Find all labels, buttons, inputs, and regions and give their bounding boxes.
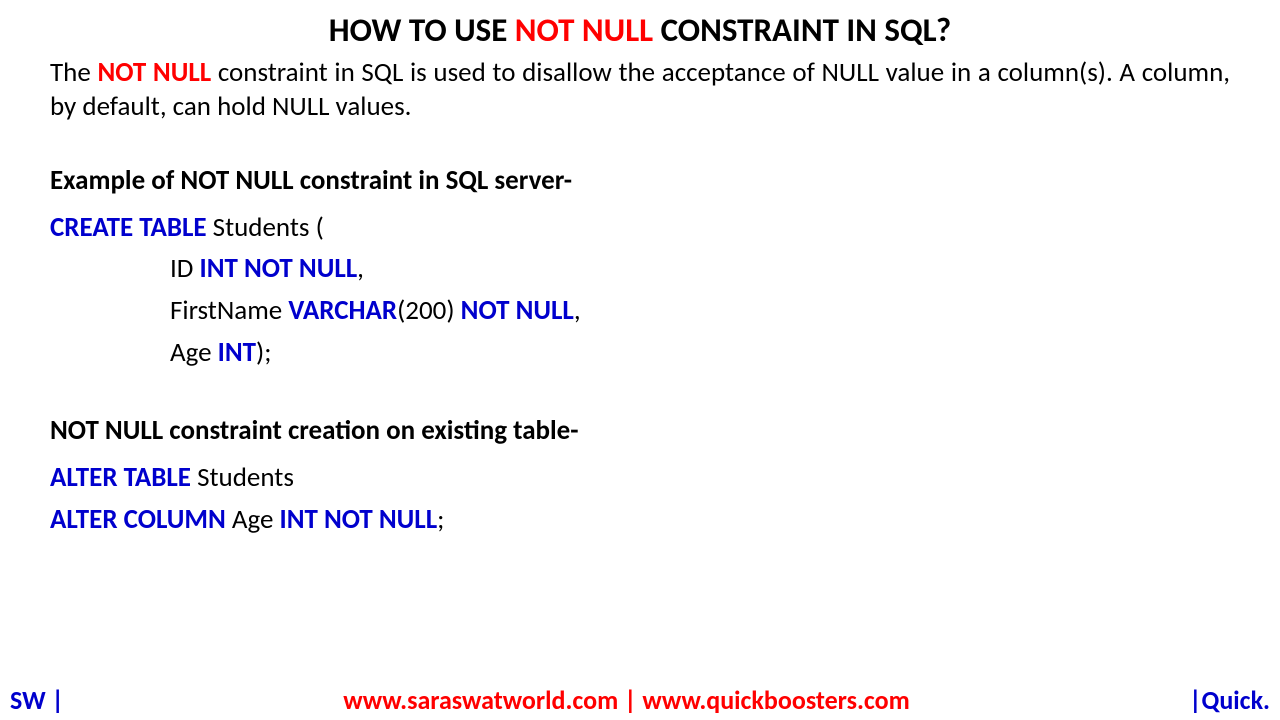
footer-left: SW | [10,684,64,716]
example1-line1: CREATE TABLE Students ( [50,207,1230,249]
code-text: ID [170,252,200,285]
code-text: , [357,252,364,285]
code-text: , [574,294,581,327]
page-title: HOW TO USE NOT NULL CONSTRAINT IN SQL? [50,10,1230,50]
example1-line3: FirstName VARCHAR(200) NOT NULL, [50,290,1230,332]
code-text: Students [191,461,294,494]
keyword-create-table: CREATE TABLE [50,211,207,244]
keyword-varchar: VARCHAR [288,294,397,327]
code-text: ); [256,336,271,369]
desc-prefix: The [50,56,97,89]
desc-highlight: NOT NULL [97,56,211,89]
footer: SW | www.saraswatworld.com | www.quickbo… [0,684,1280,716]
example2-line1: ALTER TABLE Students [50,457,1230,499]
desc-rest: constraint in SQL is used to disallow th… [50,56,1230,123]
keyword-int: INT [218,336,256,369]
keyword-int-not-null: INT NOT NULL [200,252,358,285]
description-text: The NOT NULL constraint in SQL is used t… [50,56,1230,124]
title-part2: CONSTRAINT IN SQL? [653,10,951,50]
code-text: ; [437,503,444,536]
code-text: Students ( [207,211,324,244]
example2-heading: NOT NULL constraint creation on existing… [50,414,1230,447]
example1-heading: Example of NOT NULL constraint in SQL se… [50,164,1230,197]
document-container: HOW TO USE NOT NULL CONSTRAINT IN SQL? T… [0,0,1280,541]
footer-center: www.saraswatworld.com | www.quickbooster… [64,684,1189,716]
footer-right: |Quick. [1189,684,1270,716]
code-text: Age [226,503,280,536]
spacer [50,374,1230,414]
example2-line2: ALTER COLUMN Age INT NOT NULL; [50,499,1230,541]
keyword-alter-table: ALTER TABLE [50,461,191,494]
keyword-alter-column: ALTER COLUMN [50,503,226,536]
code-text: Age [170,336,218,369]
example1-line2: ID INT NOT NULL, [50,248,1230,290]
code-text: (200) [397,294,461,327]
example1-line4: Age INT); [50,332,1230,374]
title-highlight: NOT NULL [515,10,653,50]
code-text: FirstName [170,294,288,327]
keyword-int-not-null: INT NOT NULL [280,503,438,536]
title-part1: HOW TO USE [329,10,515,50]
keyword-not-null: NOT NULL [461,294,574,327]
